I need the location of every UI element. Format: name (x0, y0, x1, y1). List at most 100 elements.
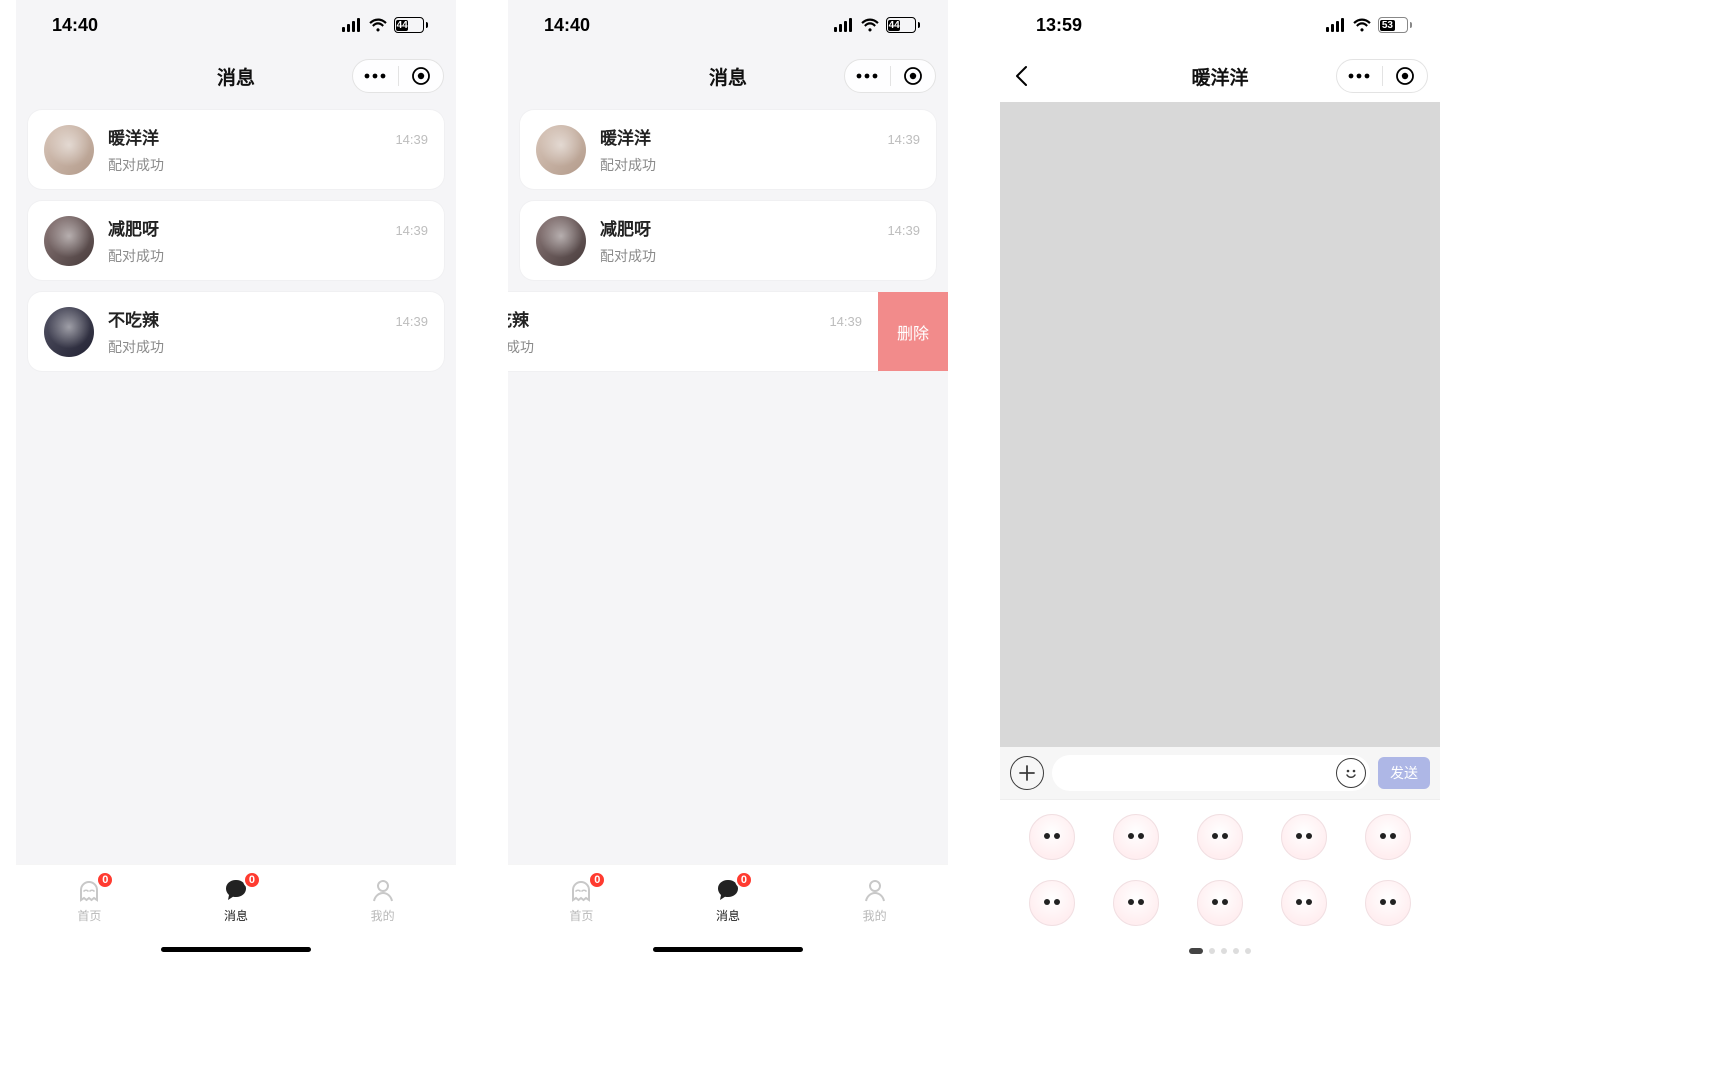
sticker-item[interactable] (1262, 880, 1346, 928)
status-bar: 14:40 44 (16, 0, 456, 50)
tab-label: 首页 (77, 907, 101, 924)
target-icon (1395, 66, 1415, 86)
conversation-time: 14:39 (395, 223, 428, 238)
pager-dot (1221, 948, 1227, 954)
conversation-name: 暖洋洋 (600, 124, 651, 149)
conversation-time: 14:39 (887, 132, 920, 147)
conversation-time: 14:39 (395, 132, 428, 147)
tab-home[interactable]: 首页 0 (566, 875, 596, 924)
avatar (44, 307, 94, 357)
tab-label: 首页 (569, 907, 593, 924)
tab-badge: 0 (588, 871, 606, 889)
status-time: 13:59 (1036, 15, 1082, 36)
page-title: 消息 (217, 63, 255, 90)
screen-messages-swipe: 14:40 44 消息 暖洋洋 14:39 配对成功 (508, 0, 948, 960)
pager-dot (1245, 948, 1251, 954)
conversation-time: 14:39 (395, 314, 428, 329)
status-time: 14:40 (52, 15, 98, 36)
sticker-icon (1029, 814, 1075, 860)
sticker-item[interactable] (1094, 814, 1178, 862)
signal-icon (1326, 18, 1346, 32)
send-button[interactable]: 发送 (1378, 757, 1430, 789)
sticker-item[interactable] (1262, 814, 1346, 862)
conversation-preview: 配对成功 (600, 155, 920, 175)
miniapp-capsule (1336, 59, 1428, 93)
conversation-list: 暖洋洋 14:39 配对成功 减肥呀14:39 配对成功 不吃辣 14:39 配对成… (16, 102, 456, 391)
conversation-item[interactable]: 不吃辣 14:39 配对成功 (28, 292, 444, 371)
sticker-icon (1113, 814, 1159, 860)
sticker-icon (1029, 880, 1075, 926)
screen-messages-list: 14:40 44 消息 暖洋洋 14:39 配对成功 (16, 0, 456, 960)
screen-chat: 13:59 53 暖洋洋 (1000, 0, 1440, 960)
conversation-preview: 配对成功 (108, 337, 428, 357)
wifi-icon (1352, 18, 1372, 32)
person-icon (861, 876, 889, 904)
conversation-name: 不吃辣 (108, 306, 159, 331)
conversation-item[interactable]: 减肥呀14:39 配对成功 (28, 201, 444, 280)
sticker-item[interactable] (1178, 814, 1262, 862)
signal-icon (834, 18, 854, 32)
tab-badge: 0 (243, 871, 261, 889)
conversation-name: 暖洋洋 (108, 124, 159, 149)
target-icon (411, 66, 431, 86)
capsule-close-button[interactable] (399, 66, 444, 86)
tab-bar: 首页 0 消息 0 我的 (16, 864, 456, 960)
composer-bar: 发送 (1000, 747, 1440, 799)
sticker-item[interactable] (1346, 814, 1430, 862)
delete-button[interactable]: 删除 (878, 292, 948, 371)
capsule-close-button[interactable] (891, 66, 936, 86)
smile-icon (1342, 764, 1360, 782)
conversation-item-swiped: 不吃辣14:39 配对成功 删除 (508, 292, 948, 371)
status-bar: 14:40 44 (508, 0, 948, 50)
tab-bar: 首页 0 消息 0 我的 (508, 864, 948, 960)
avatar (536, 125, 586, 175)
conversation-name: 不吃辣 (508, 306, 529, 331)
sticker-icon (1365, 814, 1411, 860)
conversation-item[interactable]: 暖洋洋 14:39 配对成功 (520, 110, 936, 189)
status-bar: 13:59 53 (1000, 0, 1440, 50)
conversation-preview: 配对成功 (108, 155, 428, 175)
chat-message-area[interactable] (1000, 102, 1440, 747)
conversation-item[interactable]: 暖洋洋 14:39 配对成功 (28, 110, 444, 189)
tab-badge: 0 (96, 871, 114, 889)
miniapp-capsule (352, 59, 444, 93)
tab-mine[interactable]: 我的 (860, 875, 890, 924)
signal-icon (342, 18, 362, 32)
tab-home[interactable]: 首页 0 (74, 875, 104, 924)
sticker-item[interactable] (1178, 880, 1262, 928)
pager-dot-active (1189, 948, 1203, 954)
tab-messages[interactable]: 消息 0 (713, 875, 743, 924)
message-input[interactable] (1052, 765, 1370, 782)
chevron-left-icon (1014, 65, 1028, 87)
capsule-close-button[interactable] (1383, 66, 1428, 86)
capsule-more-button[interactable] (845, 73, 890, 79)
sticker-pager (1010, 948, 1430, 954)
miniapp-capsule (844, 59, 936, 93)
sticker-item[interactable] (1010, 880, 1094, 928)
conversation-preview: 配对成功 (600, 246, 920, 266)
sticker-item[interactable] (1010, 814, 1094, 862)
sticker-item[interactable] (1346, 880, 1430, 928)
status-time: 14:40 (544, 15, 590, 36)
back-button[interactable] (1014, 50, 1028, 102)
conversation-time: 14:39 (829, 314, 862, 329)
attach-button[interactable] (1010, 756, 1044, 790)
capsule-more-button[interactable] (353, 73, 398, 79)
capsule-more-button[interactable] (1337, 73, 1382, 79)
navbar: 消息 (508, 50, 948, 102)
message-input-wrap (1052, 755, 1370, 791)
emoji-button[interactable] (1336, 758, 1366, 788)
sticker-icon (1281, 880, 1327, 926)
tab-mine[interactable]: 我的 (368, 875, 398, 924)
conversation-preview: 配对成功 (108, 246, 428, 266)
conversation-name: 减肥呀 (600, 215, 651, 240)
conversation-item[interactable]: 减肥呀14:39 配对成功 (520, 201, 936, 280)
tab-label: 消息 (716, 907, 740, 924)
conversation-item[interactable]: 不吃辣14:39 配对成功 (508, 292, 878, 371)
sticker-item[interactable] (1094, 880, 1178, 928)
home-indicator (653, 947, 803, 952)
avatar (44, 216, 94, 266)
tab-messages[interactable]: 消息 0 (221, 875, 251, 924)
more-icon (1348, 73, 1370, 79)
tab-label: 消息 (224, 907, 248, 924)
